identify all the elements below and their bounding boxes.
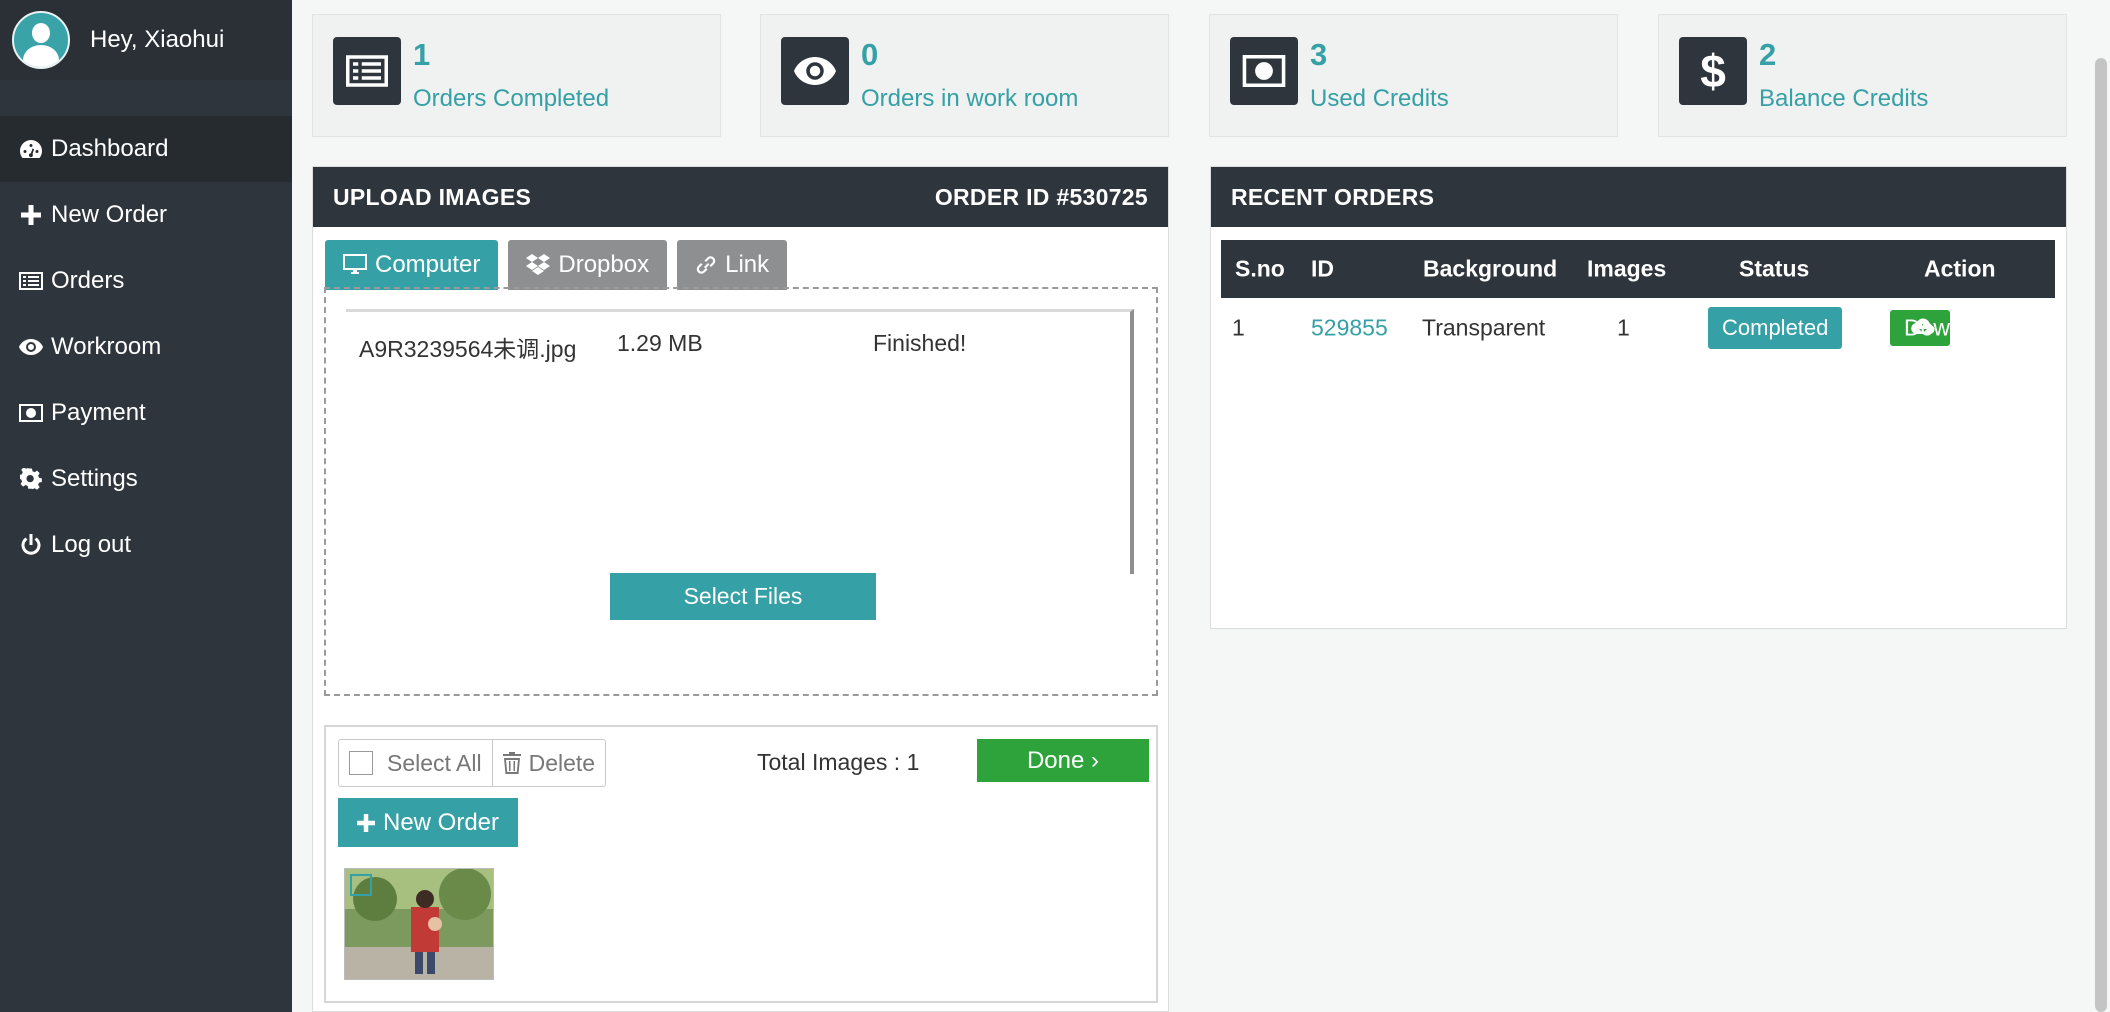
sidebar-item-payment[interactable]: Payment — [0, 380, 292, 446]
recent-orders-panel: RECENT ORDERS S.no ID Background Images … — [1210, 166, 2067, 629]
stat-card-used-credits: 3 Used Credits — [1209, 14, 1618, 137]
file-size: 1.29 MB — [617, 330, 703, 356]
gear-icon — [16, 468, 46, 490]
sidebar-item-label: Settings — [51, 465, 138, 492]
table-header: S.no ID Background Images Status Action — [1221, 240, 2055, 298]
sidebar-item-workroom[interactable]: Workroom — [0, 314, 292, 380]
tab-computer[interactable]: Computer — [325, 240, 499, 290]
file-status: Finished! — [873, 330, 967, 356]
column-header: Status — [1739, 255, 1810, 282]
sidebar-item-dashboard[interactable]: Dashboard — [0, 116, 292, 182]
eye-icon — [781, 37, 849, 105]
stat-label: Orders Completed — [413, 85, 610, 112]
column-header: Action — [1924, 255, 1996, 282]
select-all-label: Select All — [387, 749, 482, 776]
sidebar: Hey, Xiaohui Dashboard New Order Orders … — [0, 0, 292, 1012]
stat-card-orders-completed: 1 Orders Completed — [312, 14, 721, 137]
tab-label: Computer — [375, 251, 481, 278]
dashboard-icon — [16, 138, 46, 160]
plus-icon — [16, 205, 46, 225]
column-header: S.no — [1235, 255, 1285, 282]
order-id-link[interactable]: 529855 — [1311, 315, 1388, 342]
sidebar-item-label: Log out — [51, 531, 132, 558]
upload-panel: UPLOAD IMAGES ORDER ID #530725 Computer … — [312, 166, 1169, 1012]
power-icon — [16, 534, 46, 556]
upload-tabs: Computer Dropbox Link — [325, 240, 788, 290]
stat-card-work-room: 0 Orders in work room — [760, 14, 1169, 137]
stat-label: Orders in work room — [861, 85, 1079, 112]
dollar-icon: $ — [1679, 37, 1747, 105]
list-icon — [16, 272, 46, 290]
sidebar-item-orders[interactable]: Orders — [0, 248, 292, 314]
order-id: ORDER ID #530725 — [934, 183, 1148, 210]
download-button[interactable]: Download — [1890, 310, 2006, 346]
money-icon — [1230, 37, 1298, 105]
sidebar-item-new-order[interactable]: New Order — [0, 182, 292, 248]
upload-dropzone[interactable]: A9R3239564未调.jpg 1.29 MB Finished! Selec… — [324, 287, 1158, 696]
done-button[interactable]: Done › — [977, 739, 1149, 782]
stat-value: 0 — [861, 37, 879, 72]
selection-button-group: Select All Delete — [338, 739, 607, 787]
new-order-button[interactable]: New Order — [338, 798, 518, 847]
monitor-icon — [343, 254, 367, 274]
trash-icon — [502, 752, 521, 774]
cell-background: Transparent — [1422, 314, 1546, 341]
image-thumbnail[interactable] — [344, 868, 494, 980]
user-greeting: Hey, Xiaohui — [90, 26, 225, 53]
image-actions-panel: Select All Delete Total Images : 1 Done … — [324, 725, 1158, 1003]
page-scrollbar[interactable] — [2095, 58, 2107, 1012]
stat-label: Used Credits — [1310, 85, 1449, 112]
delete-label: Delete — [528, 749, 596, 776]
cell-sno: 1 — [1232, 314, 1245, 341]
delete-button[interactable]: Delete — [491, 740, 605, 786]
column-header: Background — [1423, 255, 1558, 282]
upload-panel-header: UPLOAD IMAGES ORDER ID #530725 — [313, 167, 1168, 227]
total-images: Total Images : 1 — [757, 749, 920, 775]
file-list: A9R3239564未调.jpg 1.29 MB Finished! — [346, 309, 1134, 574]
file-name: A9R3239564未调.jpg — [359, 336, 577, 362]
plus-icon — [356, 813, 375, 832]
avatar[interactable] — [12, 11, 70, 69]
eye-icon — [16, 339, 46, 355]
recent-orders-title: RECENT ORDERS — [1231, 183, 1435, 210]
sidebar-nav: Dashboard New Order Orders Workroom Paym… — [0, 116, 292, 578]
stat-value: 3 — [1310, 37, 1328, 72]
new-order-label: New Order — [382, 808, 500, 836]
select-all-checkbox[interactable] — [349, 751, 373, 775]
sidebar-item-logout[interactable]: Log out — [0, 512, 292, 578]
sidebar-item-label: Dashboard — [51, 135, 169, 162]
select-all-button[interactable]: Select All — [339, 740, 492, 786]
recent-orders-header: RECENT ORDERS — [1211, 167, 2066, 227]
user-header: Hey, Xiaohui — [0, 0, 292, 80]
tab-dropbox[interactable]: Dropbox — [508, 240, 668, 290]
column-header: Images — [1587, 255, 1667, 282]
stat-value: 2 — [1759, 37, 1777, 72]
upload-title: UPLOAD IMAGES — [333, 183, 532, 210]
tab-label: Link — [725, 251, 770, 278]
money-icon — [16, 404, 46, 422]
dropbox-icon — [526, 254, 551, 275]
link-icon — [696, 256, 716, 274]
stat-label: Balance Credits — [1759, 85, 1929, 112]
select-files-button[interactable]: Select Files — [610, 573, 876, 620]
download-label: Download — [1904, 314, 2007, 341]
status-badge[interactable]: Completed — [1708, 307, 1843, 349]
stat-value: 1 — [413, 37, 431, 72]
thumbnail-checkbox[interactable] — [350, 874, 372, 896]
stat-card-balance-credits: $ 2 Balance Credits — [1658, 14, 2067, 137]
sidebar-item-settings[interactable]: Settings — [0, 446, 292, 512]
list-icon — [333, 37, 401, 105]
column-header: ID — [1311, 255, 1334, 282]
sidebar-item-label: New Order — [51, 201, 168, 228]
tab-label: Dropbox — [558, 251, 650, 278]
cell-images: 1 — [1617, 314, 1630, 341]
sidebar-item-label: Workroom — [51, 333, 162, 360]
sidebar-item-label: Orders — [51, 267, 125, 294]
sidebar-item-label: Payment — [51, 399, 146, 426]
table-row: 1 529855 Transparent 1 Completed Downloa… — [1221, 298, 2055, 358]
tab-link[interactable]: Link — [677, 240, 788, 290]
